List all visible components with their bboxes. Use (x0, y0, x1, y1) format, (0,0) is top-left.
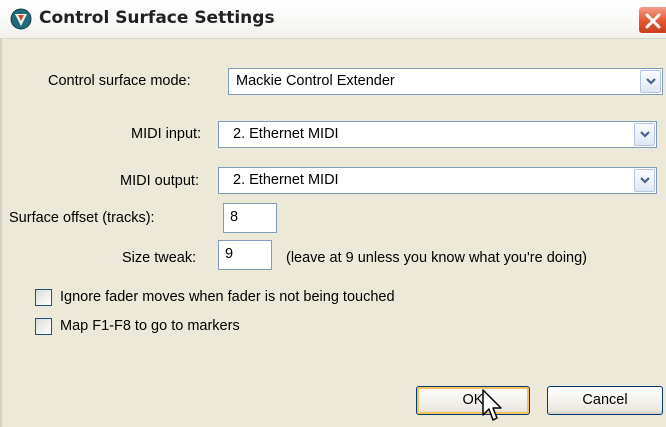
close-icon (645, 13, 661, 29)
chevron-down-icon (640, 131, 650, 138)
midi-output-select[interactable]: 2. Ethernet MIDI (218, 167, 657, 194)
title-bar[interactable]: Control Surface Settings (0, 0, 666, 39)
surface-offset-value: 8 (230, 209, 239, 225)
cancel-button[interactable]: Cancel (547, 386, 663, 415)
close-button[interactable] (638, 6, 666, 34)
surface-offset-input[interactable]: 8 (223, 203, 277, 233)
size-tweak-hint: (leave at 9 unless you know what you're … (286, 250, 587, 266)
midi-output-dropdown-button[interactable] (634, 169, 655, 192)
size-tweak-input[interactable]: 9 (218, 240, 272, 270)
midi-input-dropdown-button[interactable] (634, 123, 655, 146)
mode-dropdown-button[interactable] (640, 70, 661, 93)
ignore-fader-label[interactable]: Ignore fader moves when fader is not bei… (60, 289, 395, 305)
map-fkeys-checkbox[interactable] (35, 318, 52, 335)
chevron-down-icon (646, 78, 656, 85)
window-frame (0, 38, 2, 427)
reaper-logo-icon (10, 8, 32, 30)
map-fkeys-label[interactable]: Map F1-F8 to go to markers (60, 318, 240, 334)
size-tweak-label: Size tweak: (122, 250, 197, 266)
mode-value: Mackie Control Extender (236, 73, 395, 89)
midi-input-select[interactable]: 2. Ethernet MIDI (218, 121, 657, 148)
ignore-fader-checkbox[interactable] (35, 289, 52, 306)
midi-output-label: MIDI output: (120, 173, 199, 189)
window-title: Control Surface Settings (39, 8, 275, 28)
midi-input-value: 2. Ethernet MIDI (233, 126, 339, 142)
midi-input-label: MIDI input: (131, 126, 202, 142)
size-tweak-value: 9 (225, 246, 234, 262)
ok-button[interactable]: OK (416, 386, 530, 415)
midi-output-value: 2. Ethernet MIDI (233, 172, 339, 188)
mode-select[interactable]: Mackie Control Extender (228, 68, 663, 95)
mode-label: Control surface mode: (48, 73, 191, 89)
mouse-pointer-icon (482, 389, 502, 421)
chevron-down-icon (640, 177, 650, 184)
surface-offset-label: Surface offset (tracks): (9, 210, 155, 226)
